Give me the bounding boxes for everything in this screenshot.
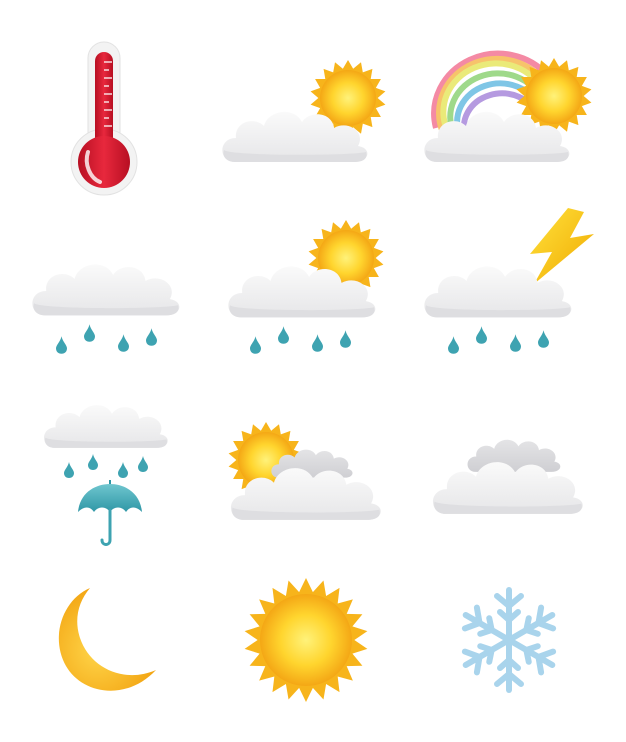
crescent-moon-icon (54, 586, 162, 696)
rainbow-sun-cloud-icon (420, 50, 596, 166)
weather-icon-sheet (0, 0, 626, 742)
sun-icon (244, 578, 368, 702)
snowflake-icon (444, 584, 574, 696)
sun-behind-cloud-icon (220, 60, 392, 170)
overcast-clouds-icon (424, 432, 594, 518)
rain-umbrella-icon (40, 398, 172, 550)
thunderstorm-cloud-icon (418, 208, 598, 358)
rain-cloud-icon (30, 256, 182, 356)
sun-cloud-rain-icon (222, 220, 392, 358)
thermometer-icon (68, 40, 140, 198)
partly-cloudy-icon (226, 422, 388, 524)
